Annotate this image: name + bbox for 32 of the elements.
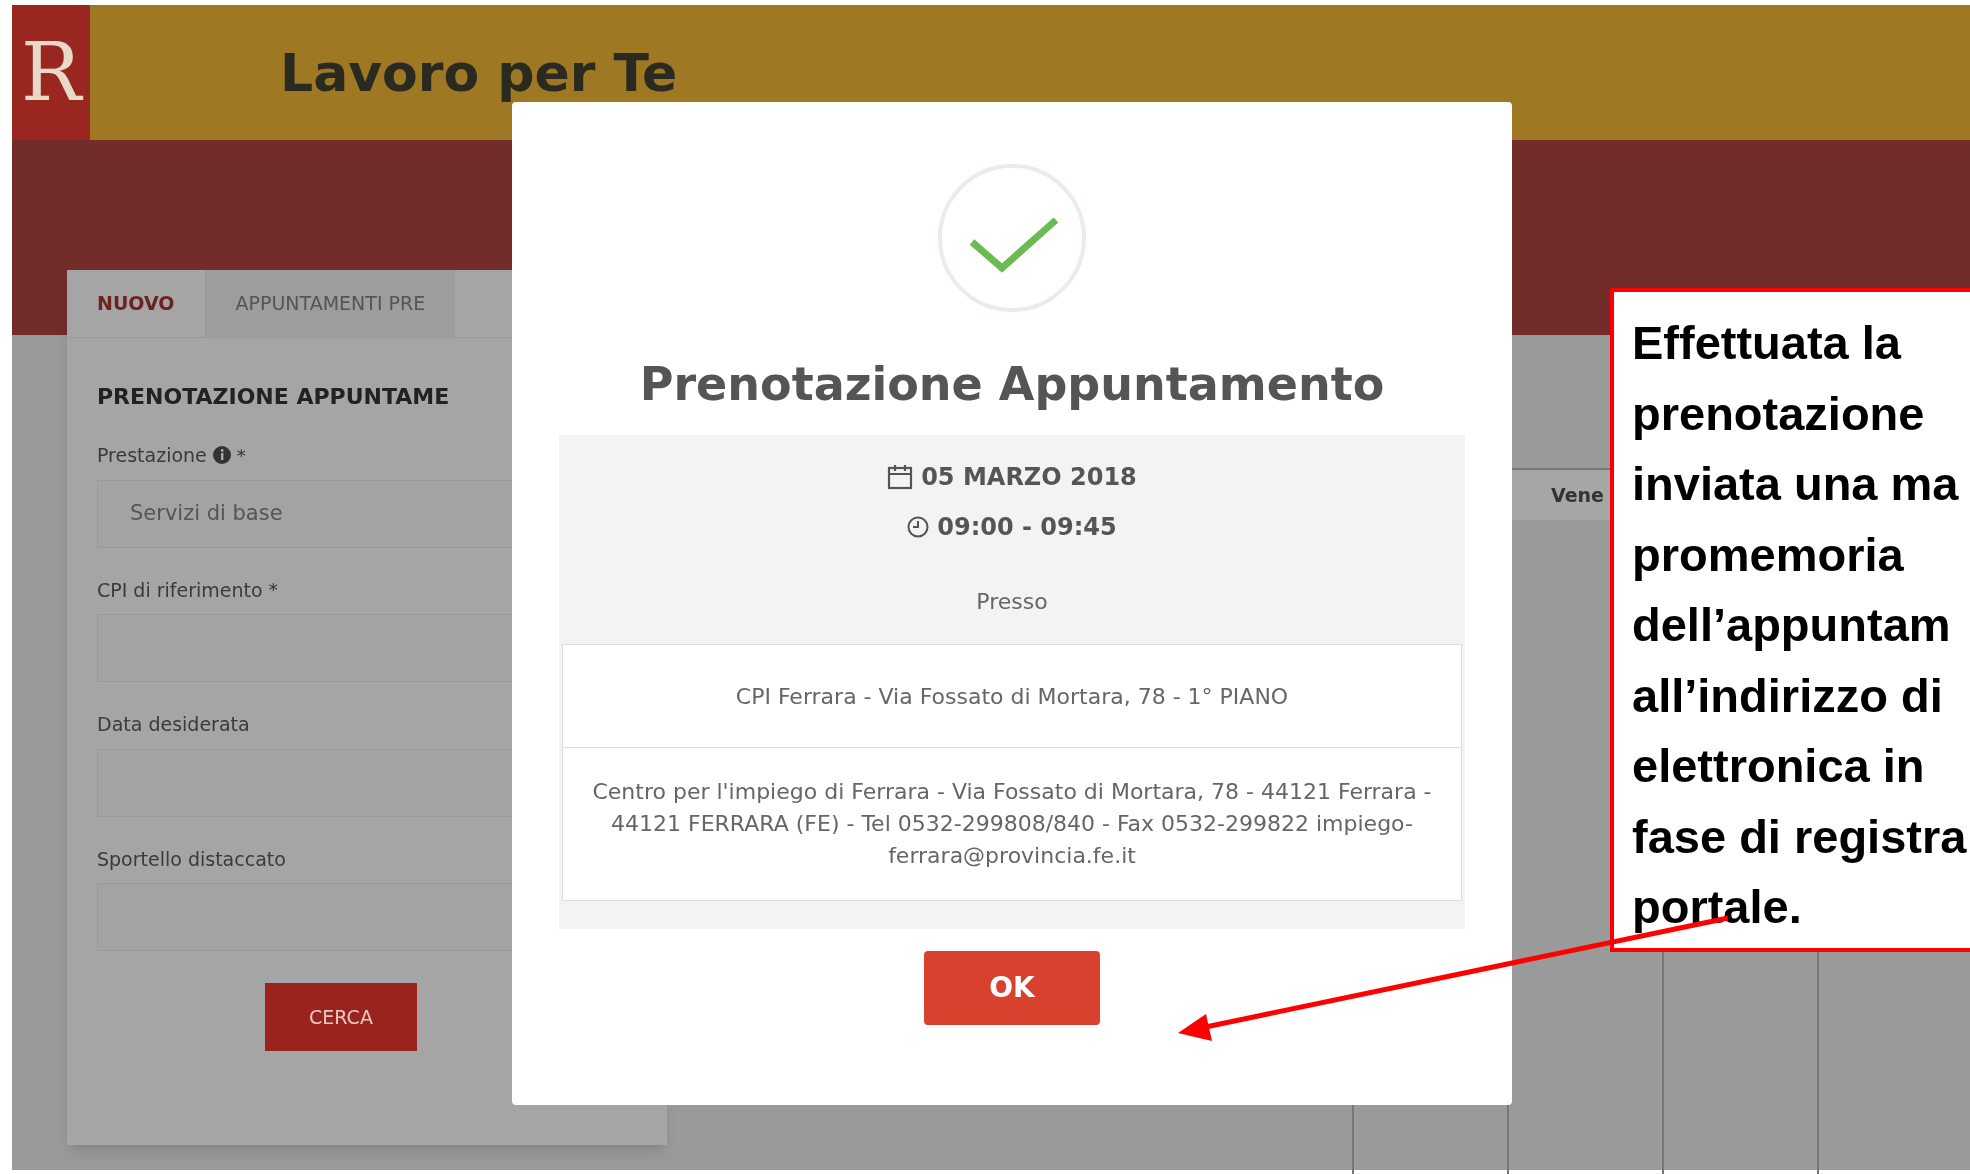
column-header: Vene <box>1551 482 1604 508</box>
calendar-icon <box>887 464 914 490</box>
field-label: Data desiderata <box>97 712 250 737</box>
appointment-time: 09:00 - 09:45 <box>937 512 1117 543</box>
location-name: CPI Ferrara - Via Fossato di Mortara, 78 - 1° PIANO <box>562 644 1462 748</box>
callout-text: fase di registra <box>1632 808 1968 865</box>
logo: R <box>12 5 90 140</box>
callout-text: portale. <box>1632 879 1803 935</box>
search-button[interactable]: CERCA <box>265 983 417 1051</box>
field-label: CPI di riferimento <box>97 577 263 603</box>
site-title: Lavoro per Te <box>280 41 678 105</box>
field-label: Sportello distaccato <box>97 846 286 872</box>
ok-button[interactable]: OK <box>924 951 1100 1025</box>
appointment-date: 05 MARZO 2018 <box>921 462 1137 493</box>
clock-icon <box>907 516 930 538</box>
callout-text: dell’appuntam <box>1632 597 1952 653</box>
form-title: PRENOTAZIONE APPUNTAME <box>97 383 451 411</box>
callout-text: Effettuata la <box>1632 315 1903 371</box>
dialog-title: Prenotazione Appuntamento <box>639 356 1385 413</box>
tab[interactable]: APPUNTAMENTI PRE <box>204 270 456 337</box>
callout-text: inviata una ma <box>1632 456 1960 512</box>
callout-text: all’indirizzo di <box>1632 667 1944 724</box>
field-label: Prestazione <box>97 443 207 468</box>
info-icon <box>212 446 231 465</box>
location-address: Centro per l'impiego di Ferrara - Via Fossato di Mortara, 78 - 44121 Ferrara - 44121 FERRARA (FE) - Tel 0532-299808/840 - Fax 0532-299822 impiego-ferrara@provincia.fe.it <box>562 748 1462 901</box>
tab[interactable]: NUOVO <box>67 270 205 337</box>
location-label: Presso <box>976 588 1048 616</box>
required-mark: * <box>268 578 278 603</box>
callout-text: promemoria <box>1632 526 1905 583</box>
required-mark: * <box>236 443 246 468</box>
callout-text: elettronica in <box>1632 738 1926 794</box>
callout-text: prenotazione <box>1632 385 1926 442</box>
